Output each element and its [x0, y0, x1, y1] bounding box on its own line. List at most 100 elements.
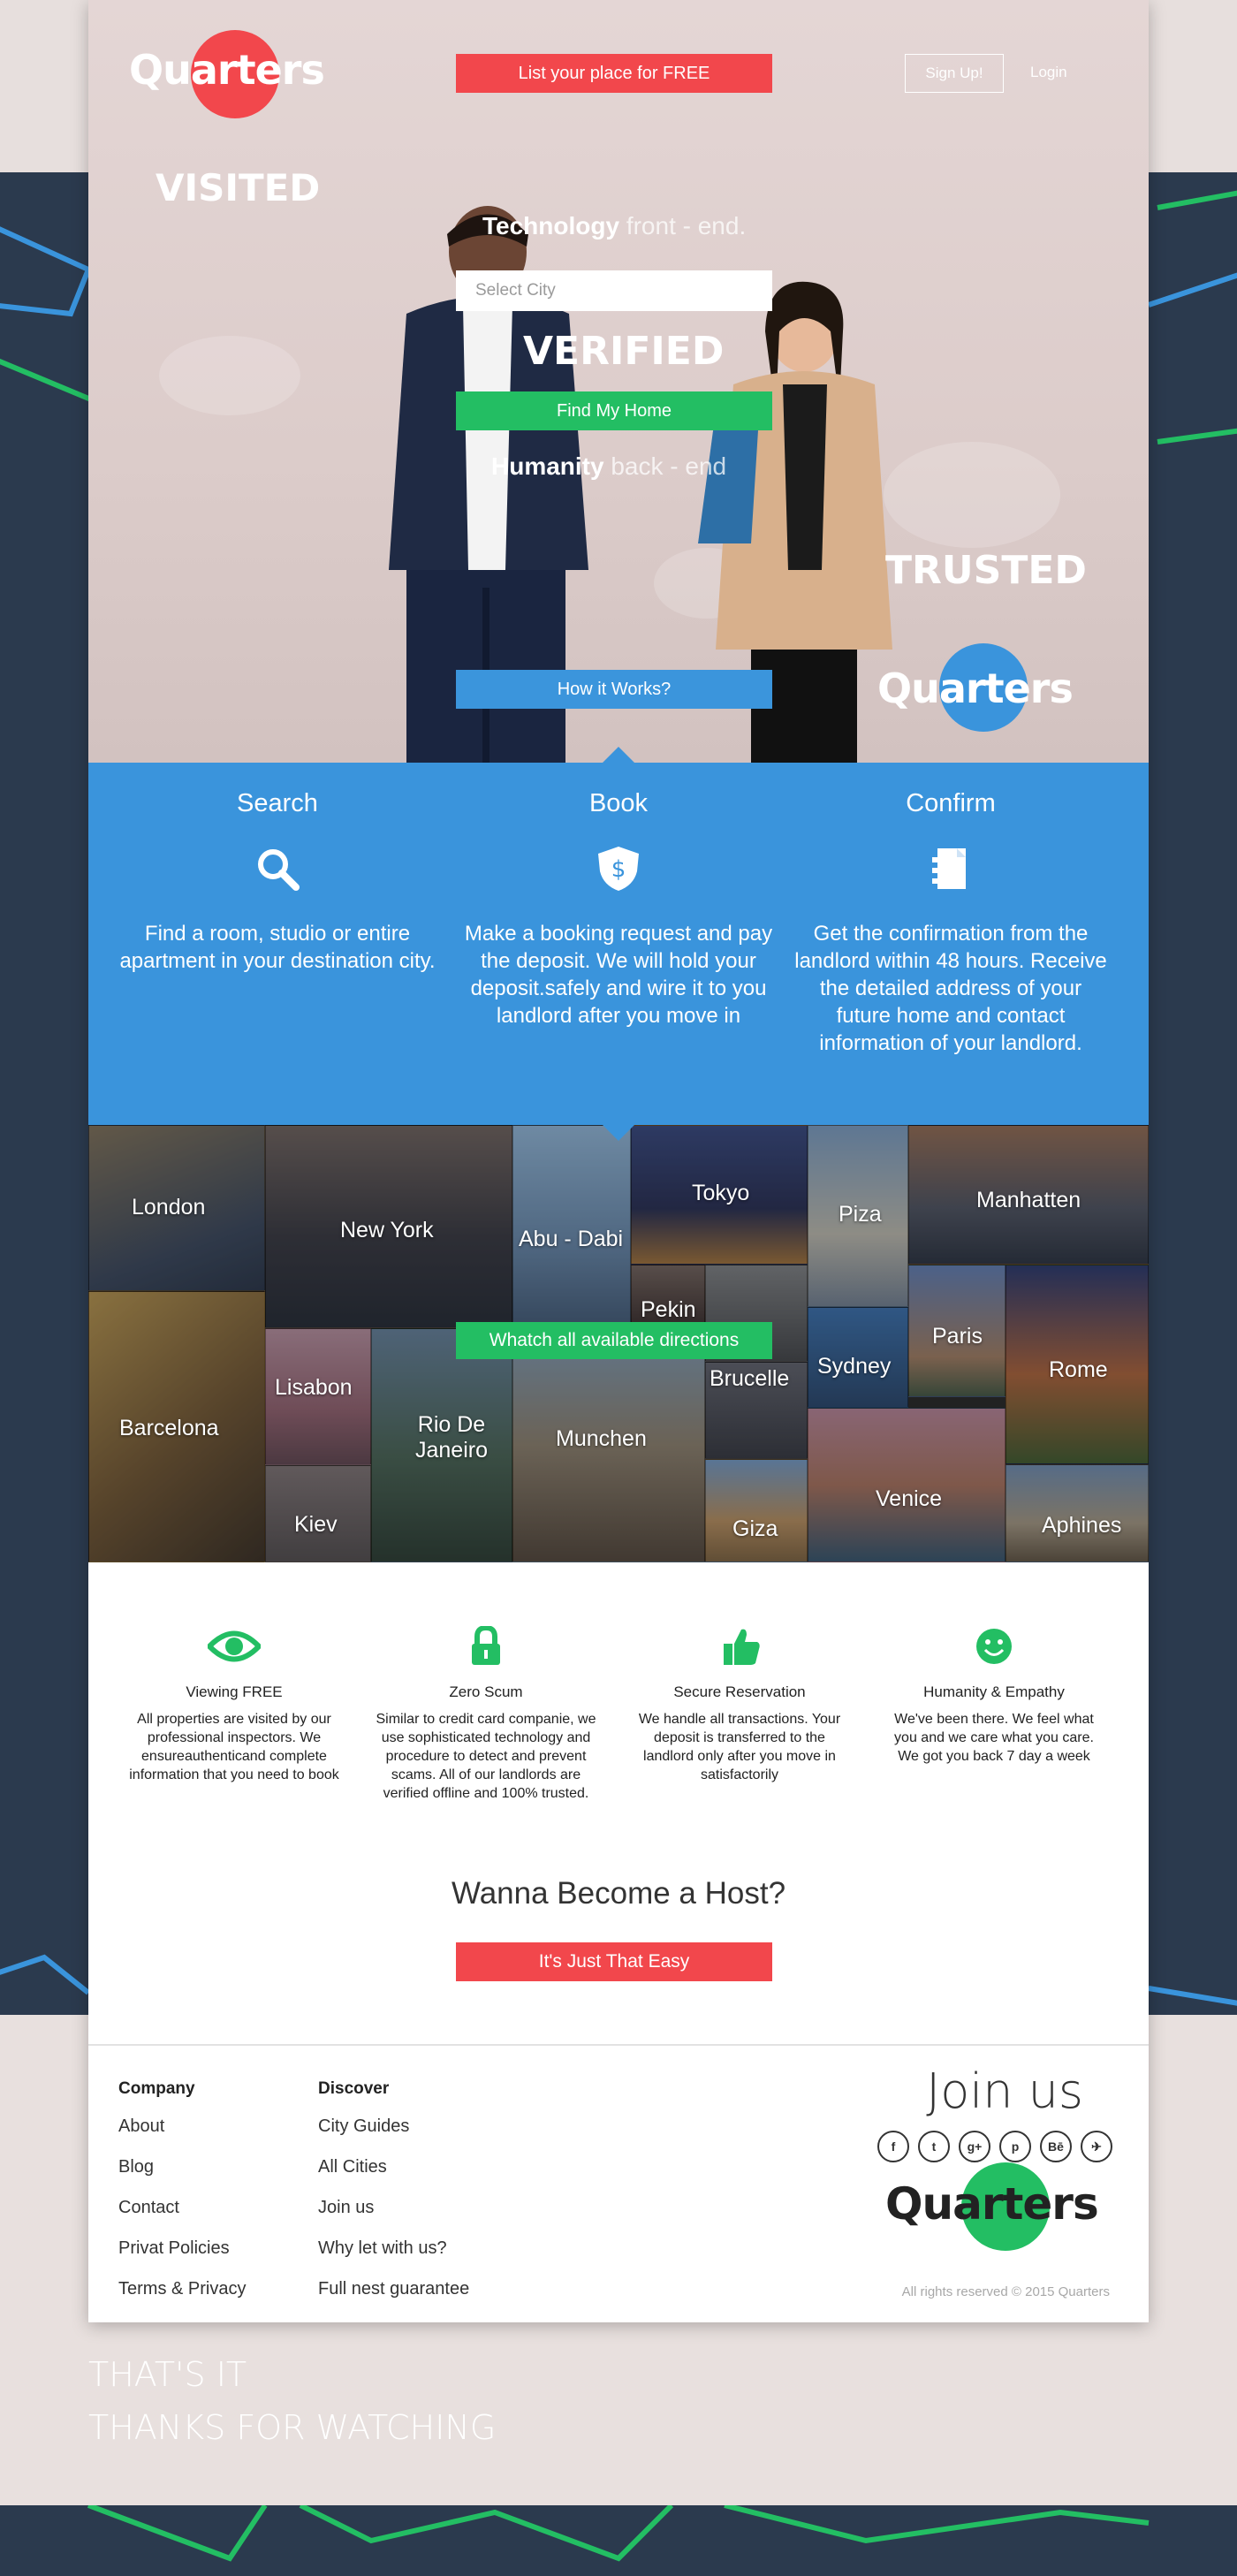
footer-column-title: Company: [118, 2079, 195, 2098]
telegram-icon[interactable]: ✈: [1081, 2131, 1112, 2162]
footer-link-about[interactable]: About: [118, 2116, 246, 2157]
behance-icon[interactable]: Bē: [1040, 2131, 1072, 2162]
footer-link-terms[interactable]: Terms & Privacy: [118, 2279, 246, 2320]
facebook-icon[interactable]: f: [877, 2131, 909, 2162]
footer-link-privacy-policies[interactable]: Privat Policies: [118, 2238, 246, 2279]
city-label: Barcelona: [119, 1416, 219, 1440]
city-tile-barcelona[interactable]: Barcelona: [88, 1291, 265, 1562]
tagline-technology-light: front - end.: [626, 212, 747, 239]
footer-link-full-nest[interactable]: Full nest guarantee: [318, 2279, 469, 2320]
city-label: Venice: [876, 1486, 943, 1511]
login-link[interactable]: Login: [1030, 64, 1067, 81]
feature-title: Zero Scum: [449, 1683, 523, 1700]
feature-description: Similar to credit card companie, we use …: [376, 1712, 596, 1801]
city-label: Paris: [932, 1324, 983, 1349]
feature-title: Viewing FREE: [186, 1683, 283, 1700]
city-label: Pekin: [641, 1297, 696, 1322]
how-it-works-button[interactable]: How it Works?: [456, 670, 772, 709]
tagline-humanity-bold: Humanity: [491, 452, 604, 480]
city-tile-paris[interactable]: Paris: [908, 1265, 1006, 1397]
city-tile-abu-dabi[interactable]: Abu - Dabi: [512, 1125, 631, 1328]
features-section: Viewing FREE All properties are visited …: [88, 1562, 1149, 2044]
copyright-text: All rights reserved © 2015 Quarters: [901, 2284, 1110, 2299]
hero-tagline-technology: Technology front - end.: [482, 212, 746, 240]
city-tile-tokyo[interactable]: Tokyo: [631, 1125, 808, 1265]
step-title: Book: [588, 789, 649, 817]
lock-icon: [472, 1624, 500, 1665]
logo-text: Quarters: [129, 46, 325, 94]
pinterest-icon[interactable]: p: [999, 2131, 1031, 2162]
eye-icon: [205, 1630, 263, 1662]
city-label: New York: [340, 1218, 434, 1242]
feature-humanity-empathy: Humanity & Empathy We've been there. We …: [884, 1626, 1104, 1766]
smile-icon: [976, 1629, 1012, 1664]
twitter-icon[interactable]: t: [918, 2131, 950, 2162]
hero-logo-text: Quarters: [877, 665, 1074, 712]
tagline-humanity-light: back - end: [611, 452, 727, 480]
search-icon: [258, 849, 300, 891]
feature-description: We handle all transactions. Your deposit…: [638, 1712, 841, 1782]
city-label: Aphines: [1042, 1513, 1122, 1538]
google-plus-icon[interactable]: g+: [959, 2131, 990, 2162]
step-search: Search Find a room, studio or entire apa…: [110, 763, 445, 975]
city-tile-aphines[interactable]: Aphines: [1006, 1464, 1149, 1562]
thumbs-up-icon: [724, 1629, 760, 1665]
become-host-button[interactable]: It's Just That Easy: [456, 1942, 772, 1981]
city-tile-manhatten[interactable]: Manhatten: [908, 1125, 1149, 1265]
city-tile-brucelle[interactable]: Brucelle: [705, 1362, 808, 1459]
landing-page-card: Quarters List your place for FREE Sign U…: [88, 0, 1149, 2322]
footer-link-contact[interactable]: Contact: [118, 2198, 246, 2238]
page-background-navy-bottom: [0, 2505, 1237, 2576]
city-label: Tokyo: [692, 1181, 750, 1205]
footer-logo[interactable]: Quarters: [885, 2162, 1099, 2251]
city-tile-sydney[interactable]: Sydney: [808, 1307, 908, 1408]
find-my-home-button[interactable]: Find My Home: [456, 391, 772, 430]
city-tile-rio[interactable]: Rio De Janeiro: [371, 1328, 512, 1562]
footer-link-why-let[interactable]: Why let with us?: [318, 2238, 469, 2279]
city-tile-london[interactable]: London: [88, 1125, 265, 1291]
city-label: Manhatten: [976, 1188, 1081, 1212]
select-city-dropdown[interactable]: Select City: [456, 270, 772, 311]
step-book: Book $ Make a booking request and pay th…: [451, 763, 786, 1030]
city-tile-rome[interactable]: Rome: [1006, 1265, 1149, 1464]
signup-button[interactable]: Sign Up!: [905, 54, 1004, 93]
outro-line-2: THANKS FOR WATCHING: [88, 2408, 497, 2447]
city-label: Lisabon: [275, 1375, 353, 1400]
feature-description: We've been there. We feel what you and w…: [894, 1712, 1094, 1764]
become-host-title: Wanna Become a Host?: [451, 1876, 786, 1911]
footer-link-join-us[interactable]: Join us: [318, 2198, 469, 2238]
city-tile-pekin[interactable]: Pekin: [631, 1265, 705, 1328]
svg-text:$: $: [611, 856, 626, 883]
step-description: Find a room, studio or entire apartment …: [119, 922, 436, 973]
watch-directions-button[interactable]: Whatch all available directions: [456, 1322, 772, 1359]
city-tile-piza[interactable]: Piza: [808, 1125, 908, 1307]
step-confirm: Confirm Get the confirmation from the la…: [783, 763, 1119, 1057]
city-tile-giza[interactable]: Giza: [705, 1459, 808, 1562]
city-tile-munchen[interactable]: Munchen: [512, 1328, 705, 1562]
city-tile-lisabon[interactable]: Lisabon: [265, 1328, 371, 1465]
list-place-button[interactable]: List your place for FREE: [456, 54, 772, 93]
city-tile-venice[interactable]: Venice: [808, 1408, 1006, 1562]
footer-discover-column: Discover City Guides All Cities Join us …: [318, 2079, 469, 2320]
hero-section: Quarters List your place for FREE Sign U…: [88, 0, 1149, 763]
feature-title: Secure Reservation: [673, 1683, 806, 1700]
feature-secure-reservation: Secure Reservation We handle all transac…: [629, 1626, 850, 1784]
city-tile-kiev[interactable]: Kiev: [265, 1465, 371, 1562]
city-label: Kiev: [294, 1512, 338, 1537]
city-label: Munchen: [556, 1426, 647, 1451]
cities-mosaic: London New York Abu - Dabi Tokyo Piza Ma…: [88, 1125, 1149, 1562]
footer-link-blog[interactable]: Blog: [118, 2157, 246, 2198]
brand-logo[interactable]: Quarters: [129, 30, 325, 118]
footer-link-city-guides[interactable]: City Guides: [318, 2116, 469, 2157]
footer-link-all-cities[interactable]: All Cities: [318, 2157, 469, 2198]
step-description: Get the confirmation from the landlord w…: [794, 922, 1107, 1055]
city-label: London: [132, 1195, 206, 1220]
hero-logo: Quarters: [877, 643, 1074, 732]
city-label: Rome: [1049, 1357, 1108, 1382]
step-description: Make a booking request and pay the depos…: [464, 922, 773, 1028]
city-tile-new-york[interactable]: New York: [265, 1125, 512, 1328]
how-it-works-section: Search Find a room, studio or entire apa…: [88, 747, 1149, 1141]
step-title: Confirm: [906, 789, 996, 817]
footer-column-title: Discover: [318, 2079, 390, 2098]
shield-dollar-icon: $: [598, 847, 639, 891]
